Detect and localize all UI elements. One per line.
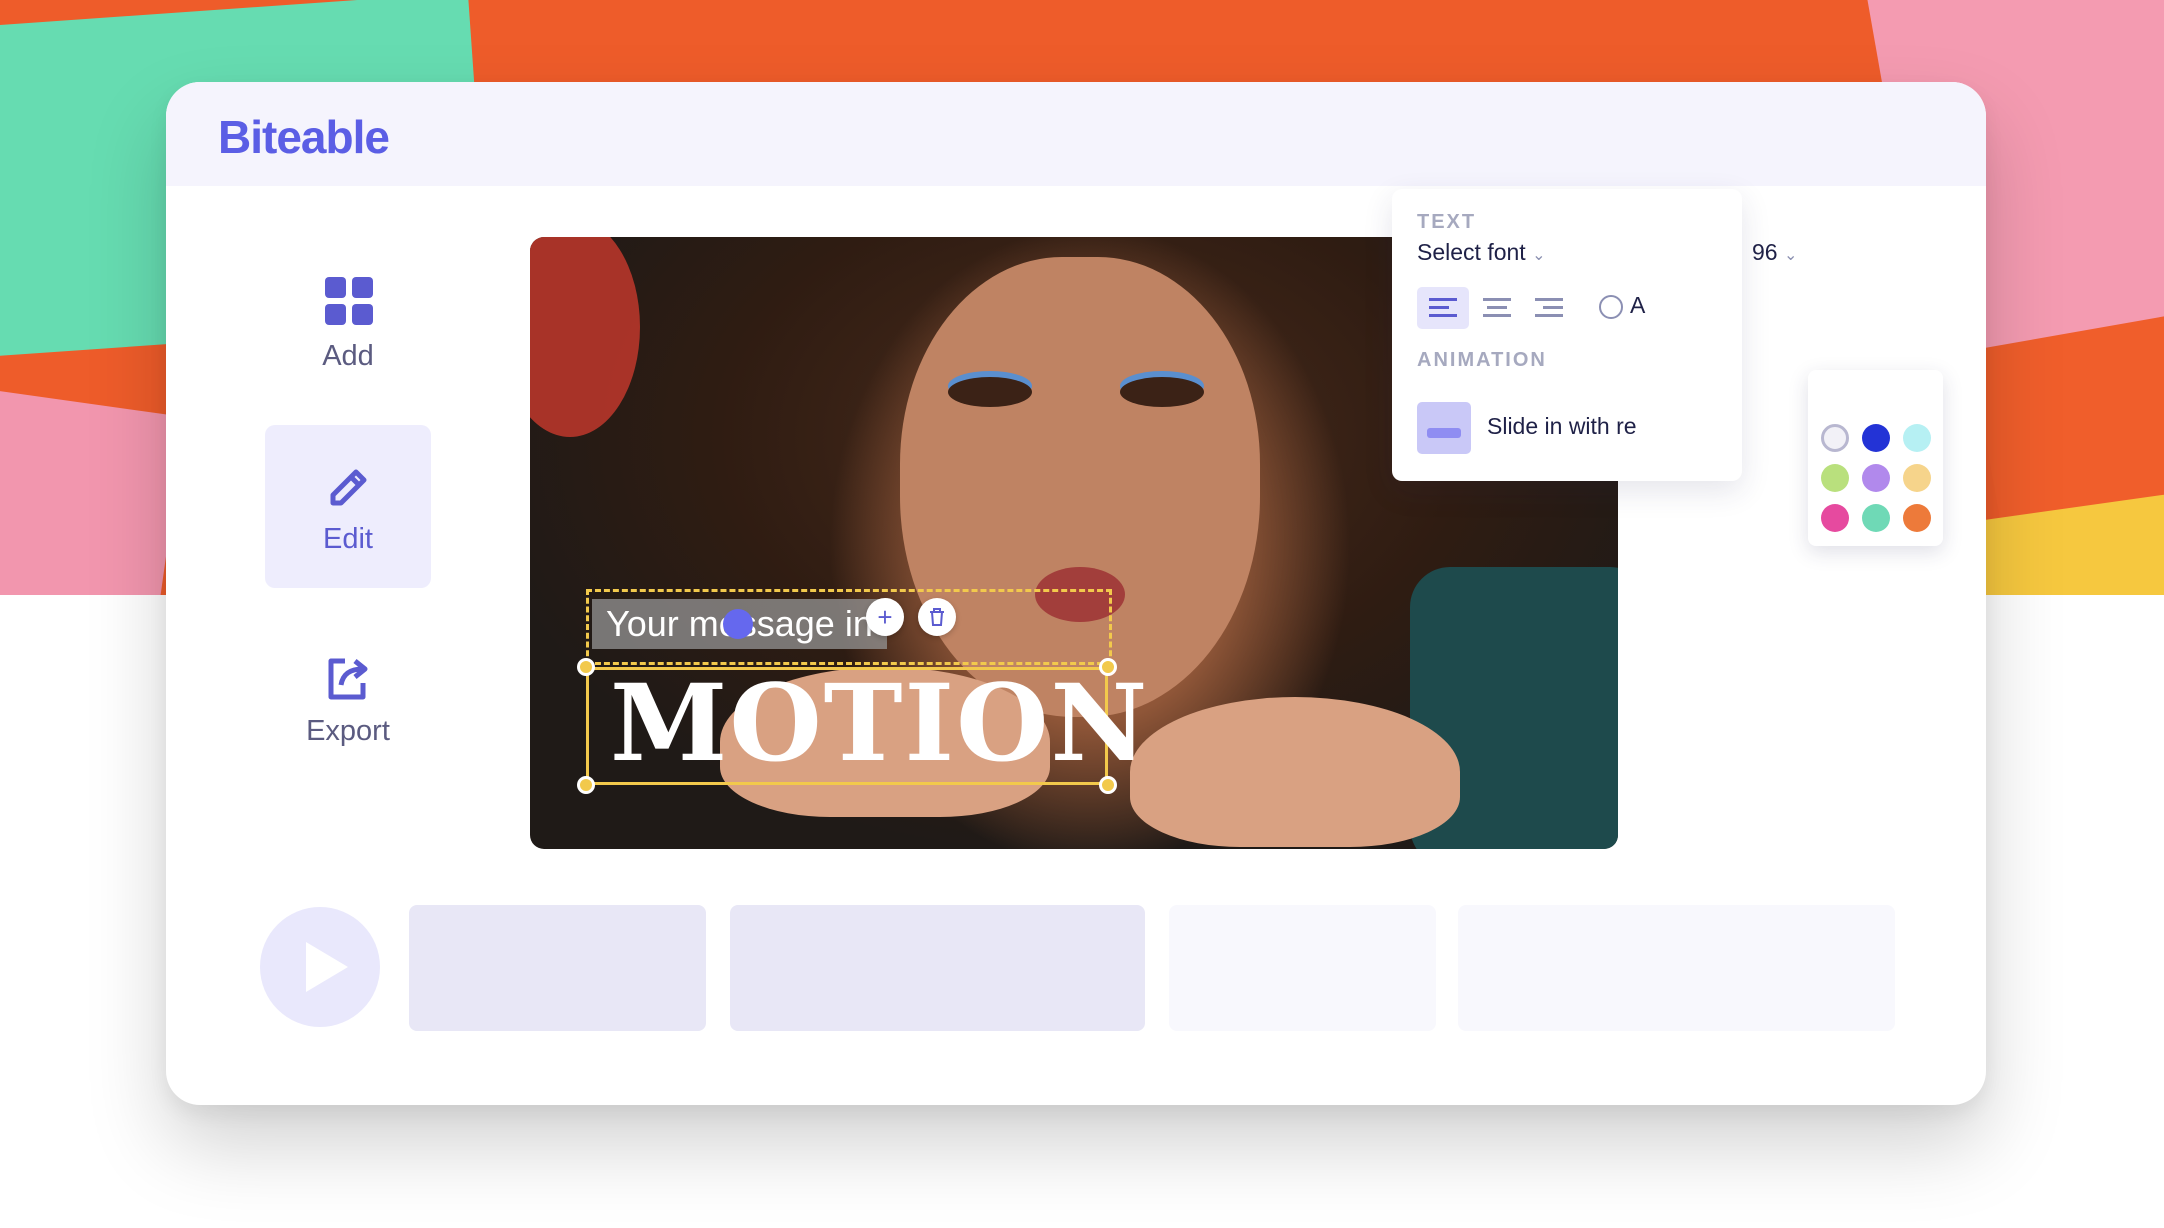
color-swatch[interactable]	[1862, 464, 1890, 492]
timeline-clip[interactable]	[1169, 905, 1436, 1031]
resize-handle[interactable]	[577, 776, 595, 794]
delete-layer-button[interactable]	[918, 598, 956, 636]
sidebar-item-label: Add	[322, 340, 374, 372]
chevron-down-icon: ⌄	[1783, 247, 1798, 264]
resize-handle[interactable]	[1099, 776, 1117, 794]
align-center-button[interactable]	[1471, 287, 1523, 329]
logo[interactable]: Biteable	[218, 110, 390, 164]
pencil-icon	[330, 469, 367, 506]
color-swatch[interactable]	[1862, 424, 1890, 452]
sidebar-item-export[interactable]: Export	[265, 617, 431, 780]
color-swatch[interactable]	[1903, 464, 1931, 492]
color-swatch[interactable]	[1821, 464, 1849, 492]
color-swatch[interactable]	[1821, 504, 1849, 532]
sidebar-item-edit[interactable]: Edit	[265, 425, 431, 588]
export-icon	[328, 658, 368, 700]
title-text[interactable]: MOTION	[610, 663, 1149, 783]
text-color-label: A	[1630, 292, 1646, 318]
timeline-clip[interactable]	[730, 905, 1145, 1031]
font-select[interactable]: Select font ⌄	[1417, 239, 1545, 266]
play-button[interactable]	[260, 907, 380, 1027]
play-icon	[306, 942, 348, 992]
animation-name[interactable]: Slide in with re	[1487, 413, 1637, 440]
timeline-clip[interactable]	[409, 905, 706, 1031]
color-swatch[interactable]	[1903, 424, 1931, 452]
sidebar-item-label: Edit	[323, 523, 373, 555]
resize-handle[interactable]	[577, 658, 595, 676]
resize-handle[interactable]	[1099, 658, 1117, 676]
chevron-down-icon: ⌄	[1532, 247, 1546, 264]
color-swatch[interactable]	[1862, 504, 1890, 532]
text-section-label: TEXT	[1417, 211, 1477, 233]
trash-icon	[930, 608, 944, 626]
grid-icon	[325, 277, 373, 325]
plus-icon: +	[877, 602, 893, 632]
animation-section-label: ANIMATION	[1417, 349, 1547, 371]
color-palette-popover	[1808, 370, 1943, 546]
color-swatch[interactable]	[1821, 424, 1849, 452]
mouse-cursor	[723, 609, 753, 639]
align-left-button[interactable]	[1417, 287, 1469, 329]
background-toggle-radio[interactable]	[1599, 295, 1623, 319]
sidebar-item-add[interactable]: Add	[265, 245, 431, 408]
text-properties-panel: TEXT Select font ⌄ A ANIMATION Slide in …	[1392, 189, 1742, 481]
sidebar-item-label: Export	[306, 715, 390, 747]
font-size-select[interactable]: 96 ⌄	[1752, 239, 1797, 266]
timeline-clip[interactable]	[1458, 905, 1895, 1031]
align-right-button[interactable]	[1523, 287, 1575, 329]
color-swatch[interactable]	[1903, 504, 1931, 532]
app-header: Biteable	[166, 82, 1986, 186]
add-layer-button[interactable]: +	[866, 598, 904, 636]
animation-thumbnail[interactable]	[1417, 402, 1471, 454]
